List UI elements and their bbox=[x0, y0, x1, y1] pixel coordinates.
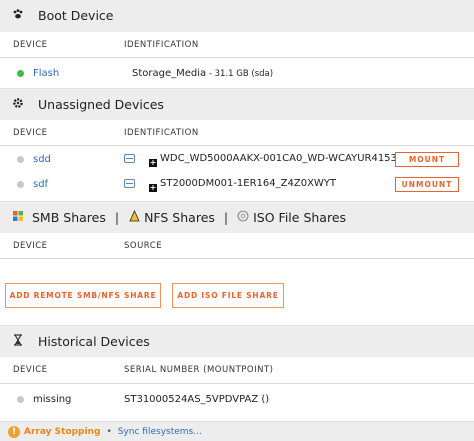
historical-devices-header: Historical Devices bbox=[0, 325, 474, 356]
add-remote-share-button[interactable]: ADD REMOTE SMB/NFS SHARE bbox=[5, 283, 161, 308]
tab-iso-file-shares[interactable]: ISO File Shares bbox=[253, 210, 346, 225]
shares-header: SMB Shares | NFS Shares | ISO File Share… bbox=[0, 201, 474, 232]
plus-icon[interactable]: + bbox=[149, 159, 157, 167]
col-serial: SERIAL NUMBER (MOUNTPOINT) bbox=[124, 365, 274, 375]
table-row: sdf + ST2000DM001-1ER164_Z4Z0XWYT UNMOUN… bbox=[0, 172, 474, 197]
col-source: SOURCE bbox=[124, 240, 163, 251]
tab-separator: | bbox=[223, 209, 229, 225]
device-link-sdf[interactable]: sdf bbox=[33, 179, 48, 190]
unassigned-devices-panel: Unassigned Devices DEVICE IDENTIFICATION… bbox=[0, 88, 474, 197]
boot-device-title: Boot Device bbox=[38, 8, 114, 23]
status-online-dot bbox=[17, 69, 24, 77]
paw-icon bbox=[10, 8, 26, 23]
linux-icon bbox=[128, 209, 140, 225]
historical-devices-panel: Historical Devices DEVICE SERIAL NUMBER … bbox=[0, 325, 474, 414]
table-row: missing ST31000524AS_5VPDVPAZ () bbox=[0, 384, 474, 414]
historical-devices-title: Historical Devices bbox=[38, 333, 150, 349]
device-missing: missing bbox=[33, 393, 72, 405]
table-row: Flash Storage_Media - 31.1 GB (sda) bbox=[0, 58, 474, 88]
ident-name: Storage_Media bbox=[132, 67, 207, 79]
shares-panel: SMB Shares | NFS Shares | ISO File Share… bbox=[0, 201, 474, 329]
windows-icon bbox=[10, 210, 26, 225]
shares-table-header: DEVICE SOURCE bbox=[0, 232, 474, 259]
gear-icon bbox=[10, 97, 26, 112]
table-row: sdd + WDC_WD5000AAKX-001CA0_WD-WCAYUR415… bbox=[0, 147, 474, 172]
col-device: DEVICE bbox=[13, 365, 48, 375]
device-link-sdd[interactable]: sdd bbox=[33, 154, 51, 165]
col-identification: IDENTIFICATION bbox=[124, 127, 199, 138]
boot-device-panel: Boot Device DEVICE IDENTIFICATION Flash … bbox=[0, 0, 474, 88]
mount-button[interactable]: MOUNT bbox=[395, 152, 459, 167]
status-offline-dot bbox=[17, 395, 24, 403]
col-identification: IDENTIFICATION bbox=[124, 39, 199, 50]
status-separator: • bbox=[106, 426, 112, 437]
historical-table-header: DEVICE SERIAL NUMBER (MOUNTPOINT) bbox=[0, 356, 474, 384]
status-offline-dot bbox=[17, 156, 24, 163]
hard-drive-icon[interactable] bbox=[124, 154, 135, 163]
add-iso-share-button[interactable]: ADD ISO FILE SHARE bbox=[172, 283, 284, 308]
tab-smb-shares[interactable]: SMB Shares bbox=[32, 210, 106, 225]
unassigned-devices-header: Unassigned Devices bbox=[0, 88, 474, 119]
col-device: DEVICE bbox=[13, 127, 48, 138]
identification-cell: ST2000DM001-1ER164_Z4Z0XWYT bbox=[160, 178, 337, 189]
status-bar: ! Array Stopping • Sync filesystems... bbox=[0, 421, 474, 441]
boot-device-header: Boot Device bbox=[0, 0, 474, 31]
status-offline-dot bbox=[17, 181, 24, 188]
hourglass-icon bbox=[10, 333, 26, 349]
shares-actions: ADD REMOTE SMB/NFS SHARE ADD ISO FILE SH… bbox=[0, 259, 474, 329]
hard-drive-icon[interactable] bbox=[124, 179, 135, 188]
sync-filesystems-link[interactable]: Sync filesystems... bbox=[118, 427, 202, 437]
disc-icon bbox=[237, 210, 249, 225]
unassigned-devices-title: Unassigned Devices bbox=[38, 96, 164, 112]
unassigned-table-header: DEVICE IDENTIFICATION bbox=[0, 119, 474, 146]
device-link-flash[interactable]: Flash bbox=[33, 68, 59, 79]
unmount-button[interactable]: UNMOUNT bbox=[395, 177, 459, 192]
col-device: DEVICE bbox=[13, 240, 48, 251]
array-status: Array Stopping bbox=[24, 426, 101, 437]
tab-nfs-shares[interactable]: NFS Shares bbox=[144, 210, 215, 225]
plus-icon[interactable]: + bbox=[149, 184, 157, 192]
serial-cell: ST31000524AS_5VPDVPAZ () bbox=[124, 393, 270, 405]
tab-separator: | bbox=[114, 209, 120, 225]
col-device: DEVICE bbox=[13, 39, 48, 50]
identification-cell: WDC_WD5000AAKX-001CA0_WD-WCAYUR415307 bbox=[160, 153, 410, 164]
warning-icon: ! bbox=[8, 425, 20, 438]
boot-table-header: DEVICE IDENTIFICATION bbox=[0, 31, 474, 58]
identification-cell: Storage_Media - 31.1 GB (sda) bbox=[124, 68, 273, 79]
ident-size: - 31.1 GB (sda) bbox=[206, 68, 274, 79]
